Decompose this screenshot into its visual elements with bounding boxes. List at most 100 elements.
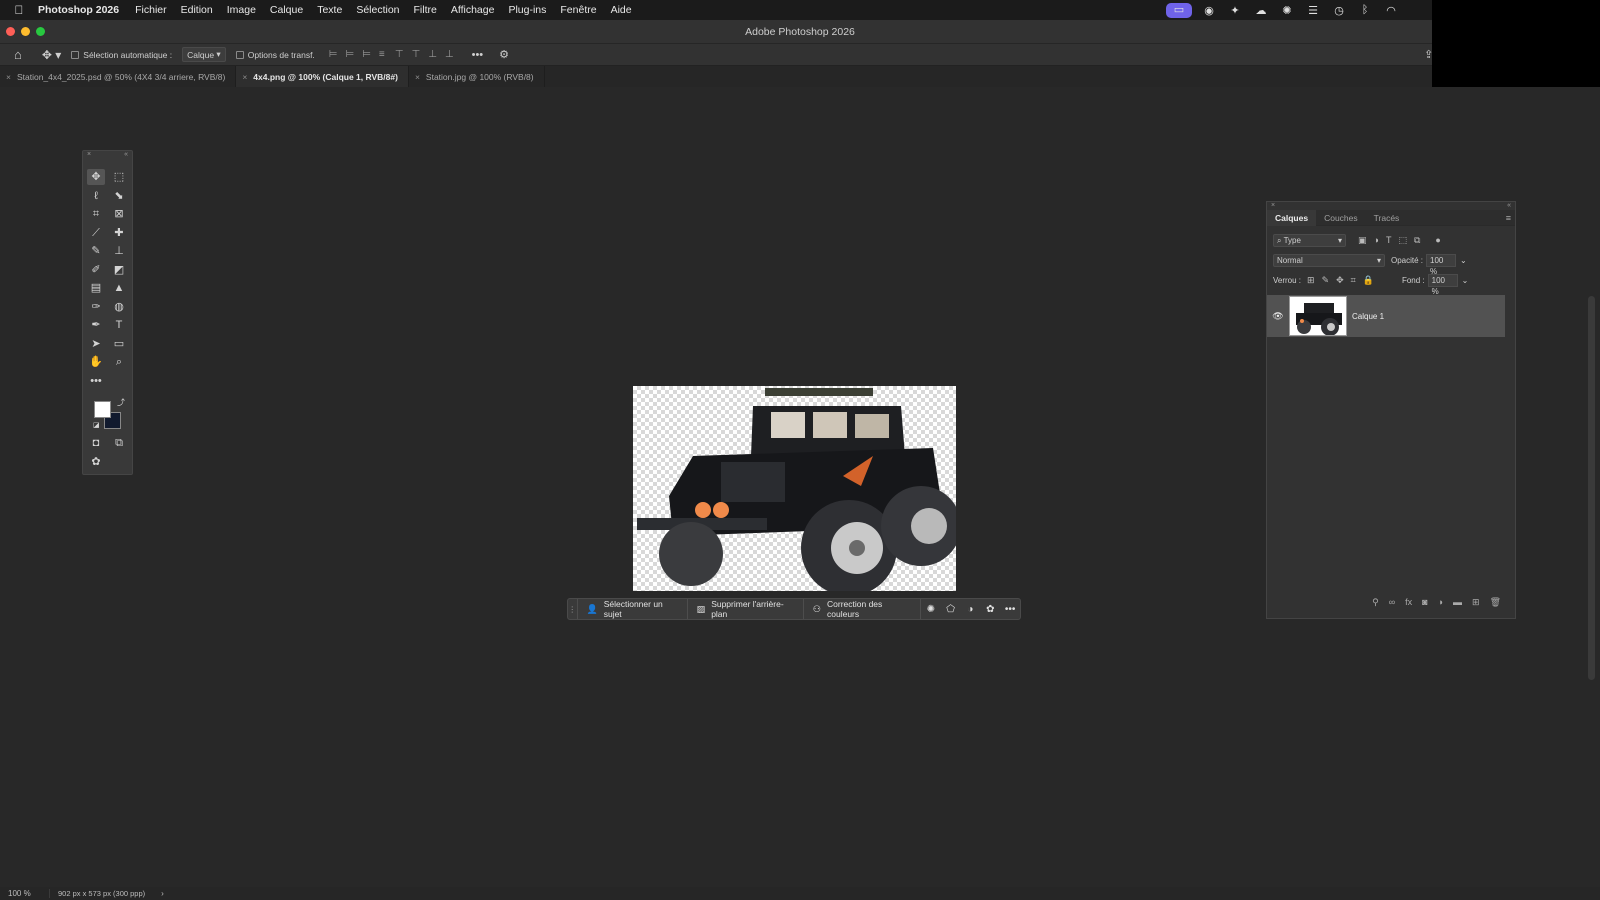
menu-fenetre[interactable]: Fenêtre xyxy=(560,4,596,16)
shape-filter-icon[interactable]: ⬚ xyxy=(1398,235,1407,246)
chevron-right-icon[interactable]: › xyxy=(161,889,164,898)
path-selection-tool-icon[interactable]: ➤ xyxy=(87,336,105,352)
stack-icon[interactable]: ☰ xyxy=(1300,4,1326,17)
sparkle-icon[interactable]: ✦ xyxy=(1222,4,1248,17)
chevron-down-icon[interactable]: ⌄ xyxy=(1460,256,1467,265)
chevron-down-icon[interactable]: ⌄ xyxy=(1462,276,1469,285)
blend-mode-dropdown[interactable]: Normal ▾ xyxy=(1273,253,1385,267)
doc-tab-station-jpg[interactable]: × Station.jpg @ 100% (RVB/8) xyxy=(409,66,545,87)
color-correction-button[interactable]: ⚇ Correction des couleurs xyxy=(804,599,921,619)
menu-filtre[interactable]: Filtre xyxy=(414,4,437,16)
close-tab-icon[interactable]: × xyxy=(6,72,11,82)
screen-mirror-icon[interactable]: ▭ xyxy=(1166,2,1192,18)
sun-icon[interactable]: ✺ xyxy=(1274,4,1300,17)
tab-couches[interactable]: Couches xyxy=(1316,210,1366,226)
bluetooth-icon[interactable]: ᛒ xyxy=(1352,4,1378,16)
layer-filter-dropdown[interactable]: ⌕ Type ▾ xyxy=(1273,233,1346,247)
adjustment-layer-icon[interactable]: ◑ xyxy=(1438,597,1443,608)
rectangle-tool-icon[interactable]: ▭ xyxy=(110,336,128,352)
transform-icon[interactable]: ⬠ xyxy=(941,604,961,615)
lock-image-icon[interactable]: ✎ xyxy=(1322,275,1330,286)
frame-tool-icon[interactable]: ⊠ xyxy=(110,206,128,222)
quick-mask-icon[interactable]: ◘ xyxy=(87,435,105,451)
history-brush-tool-icon[interactable]: ✐ xyxy=(87,262,105,278)
add-mask-icon[interactable]: ◙ xyxy=(1422,597,1427,608)
generative-fill-icon[interactable]: ✿ xyxy=(87,454,105,470)
home-icon[interactable]: ⌂ xyxy=(14,47,22,62)
distribute-buttons[interactable]: ⊤⊤⊥⊥ xyxy=(395,49,462,60)
menu-texte[interactable]: Texte xyxy=(317,4,342,16)
transform-options-checkbox[interactable]: Options de transf. xyxy=(235,50,315,60)
magic-wand-icon[interactable]: ✺ xyxy=(921,604,941,615)
lock-transparent-icon[interactable]: ⊞ xyxy=(1307,275,1315,286)
menu-selection[interactable]: Sélection xyxy=(356,4,399,16)
generative-icon[interactable]: ✿ xyxy=(980,604,1000,615)
filter-toggle-icon[interactable]: ● xyxy=(1435,235,1440,246)
lock-all-icon[interactable]: 🔒 xyxy=(1363,275,1374,286)
remove-background-button[interactable]: ▨ Supprimer l'arrière-plan xyxy=(688,599,804,619)
clone-stamp-tool-icon[interactable]: ⊥ xyxy=(110,243,128,259)
close-tab-icon[interactable]: × xyxy=(242,72,247,82)
fx-icon[interactable]: fx xyxy=(1405,597,1412,608)
edit-toolbar-icon[interactable]: ••• xyxy=(87,373,105,389)
doc-tab-station-4x4-psd[interactable]: × Station_4x4_2025.psd @ 50% (4X4 3/4 arr… xyxy=(0,66,237,87)
tab-calques[interactable]: Calques xyxy=(1267,209,1317,226)
menu-extra-icon[interactable]: ◉ xyxy=(1196,4,1222,17)
marquee-tool-icon[interactable]: ⬚ xyxy=(110,169,128,185)
new-layer-icon[interactable]: ⊞ xyxy=(1472,597,1480,608)
swap-colors-icon[interactable]: ⤴ xyxy=(117,397,125,408)
canvas-image[interactable] xyxy=(633,386,956,591)
gear-icon[interactable]: ⚙ xyxy=(499,48,509,61)
drag-handle-icon[interactable]: ⋮ xyxy=(568,599,578,619)
collapse-icon[interactable]: « xyxy=(124,151,128,160)
lasso-tool-icon[interactable]: ℓ xyxy=(87,188,105,204)
layer-name[interactable]: Calque 1 xyxy=(1352,312,1384,321)
healing-brush-tool-icon[interactable]: ✚ xyxy=(110,225,128,241)
close-tab-icon[interactable]: × xyxy=(415,72,420,82)
trash-icon[interactable]: 🗑 xyxy=(1490,597,1501,608)
lock-position-icon[interactable]: ✥ xyxy=(1336,275,1344,286)
opacity-input[interactable]: 100 % xyxy=(1426,253,1457,276)
link-layers-icon[interactable]: ⚲ xyxy=(1372,597,1379,608)
doc-tab-4x4-png[interactable]: × 4x4.png @ 100% (Calque 1, RVB/8#) xyxy=(236,66,409,87)
tab-traces[interactable]: Tracés xyxy=(1366,210,1408,226)
chain-icon[interactable]: ∞ xyxy=(1389,597,1395,608)
hand-tool-icon[interactable]: ✋ xyxy=(87,354,105,370)
zoom-level[interactable]: 100 % xyxy=(0,889,50,898)
screen-mode-icon[interactable]: ⧉ xyxy=(110,435,128,451)
zoom-tool-icon[interactable]: ⌕ xyxy=(110,354,128,370)
eyedropper-tool-icon[interactable]: ⟋ xyxy=(87,225,105,241)
object-selection-tool-icon[interactable]: ⬊ xyxy=(110,188,128,204)
smart-object-filter-icon[interactable]: ⧉ xyxy=(1414,235,1420,246)
vertical-scrollbar[interactable] xyxy=(1588,296,1595,680)
eraser-tool-icon[interactable]: ◩ xyxy=(110,262,128,278)
adjustment-icon[interactable]: ◑ xyxy=(961,604,981,615)
type-filter-icon[interactable]: T xyxy=(1386,235,1392,246)
gradient-tool-icon[interactable]: ▤ xyxy=(87,280,105,296)
dodge-tool-icon[interactable]: ✑ xyxy=(87,299,105,315)
menu-app-name[interactable]: Photoshop 2026 xyxy=(38,4,119,16)
layer-item[interactable]: 👁 Calque 1 xyxy=(1267,295,1505,337)
clock-icon[interactable]: ◷ xyxy=(1326,4,1352,17)
close-icon[interactable]: × xyxy=(87,151,91,160)
pixel-filter-icon[interactable]: ▣ xyxy=(1358,235,1367,246)
menu-calque[interactable]: Calque xyxy=(270,4,303,16)
new-group-icon[interactable]: ▬ xyxy=(1453,597,1462,608)
crop-tool-icon[interactable]: ⌗ xyxy=(87,206,105,222)
adjustment-filter-icon[interactable]: ◑ xyxy=(1374,235,1379,246)
move-tool-icon[interactable]: ✥ xyxy=(87,169,105,185)
menu-image[interactable]: Image xyxy=(227,4,256,16)
auto-select-checkbox[interactable]: Sélection automatique : xyxy=(71,50,172,60)
pen-tool-icon[interactable]: ✒ xyxy=(87,317,105,333)
cloud-icon[interactable]: ☁ xyxy=(1248,4,1274,17)
menu-aide[interactable]: Aide xyxy=(611,4,632,16)
menu-affichage[interactable]: Affichage xyxy=(451,4,495,16)
auto-select-target-dropdown[interactable]: Calque ▾ xyxy=(182,47,226,62)
panel-menu-icon[interactable]: ≡ xyxy=(1506,213,1511,223)
wifi-icon[interactable]: ◠ xyxy=(1378,4,1404,17)
menu-plugins[interactable]: Plug-ins xyxy=(508,4,546,16)
more-options-icon[interactable]: ••• xyxy=(472,49,484,61)
menu-edition[interactable]: Edition xyxy=(181,4,213,16)
eye-icon[interactable]: 👁 xyxy=(1267,311,1289,322)
sponge-tool-icon[interactable]: ◍ xyxy=(110,299,128,315)
